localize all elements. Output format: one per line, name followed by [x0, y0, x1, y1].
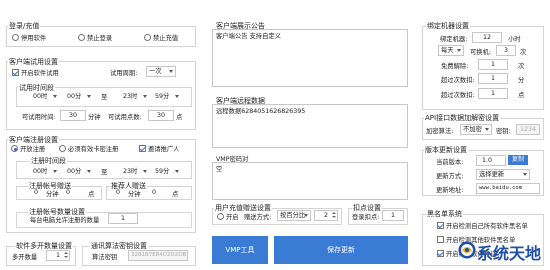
- deduct-label: 登录扣点:: [352, 214, 380, 221]
- api-algo-label: 加密算法:: [426, 128, 454, 135]
- version-current-input[interactable]: 1.0: [476, 155, 506, 166]
- deduct-input[interactable]: 1: [382, 210, 404, 221]
- register-reward-unit2: 点: [88, 191, 95, 198]
- over-time-label: 超过次数扣:: [441, 77, 475, 84]
- api-algo-select[interactable]: 不加密: [460, 124, 492, 135]
- trial-enable-checkbox[interactable]: [12, 69, 19, 76]
- register-limit-input[interactable]: 1: [108, 213, 138, 224]
- trial-start-min-select[interactable]: 00分: [64, 91, 94, 102]
- trial-period-select[interactable]: 一次: [146, 66, 176, 77]
- trial-duration-input[interactable]: 30: [60, 110, 86, 121]
- free-unbind-input[interactable]: 1: [478, 59, 508, 70]
- notice-textarea[interactable]: 客户端公告 支持自定义: [212, 29, 408, 87]
- bind-label: 绑定机器:: [440, 36, 468, 43]
- api-group-title: API接口数据加解密设置: [424, 113, 501, 123]
- version-url-input[interactable]: www.baidu.com: [476, 183, 540, 194]
- register-to-label: 至: [101, 169, 108, 176]
- trial-points-unit: 点: [176, 114, 183, 121]
- trial-points-input[interactable]: 30: [148, 110, 174, 121]
- version-current-label: 当前版本:: [436, 159, 464, 166]
- vmp-textarea[interactable]: 空: [212, 162, 408, 200]
- radio-open-register-label: 开放注册: [20, 146, 46, 153]
- bind-group-title: 绑定机器设置: [426, 21, 470, 31]
- radio-card-register[interactable]: [59, 145, 66, 152]
- radio-card-register-label: 必须有效卡密注册: [68, 146, 119, 153]
- register-start-min-select[interactable]: 00分: [64, 166, 94, 177]
- blacklist-own-label: 开启检测自己所有软件黑名单: [446, 223, 528, 230]
- bind-input[interactable]: 12: [472, 32, 502, 43]
- trial-group-title: 客户端试用设置: [8, 57, 59, 67]
- register-limit-label: 每台电脑允许注册的数量: [30, 217, 100, 224]
- version-method-select[interactable]: 选择更新: [476, 169, 530, 180]
- trial-to-label: 至: [101, 94, 108, 101]
- watermark-logo-icon: [458, 241, 476, 259]
- recharge-gift-enable-radio[interactable]: [217, 213, 224, 220]
- register-end-hour-select[interactable]: 23时: [120, 166, 150, 177]
- trial-period-label: 试用周期:: [110, 70, 138, 77]
- bind-period-select[interactable]: 每天: [438, 45, 464, 56]
- trial-points-label: 可试用点数:: [108, 114, 142, 121]
- trial-enable-label: 开启软件试用: [21, 70, 59, 77]
- register-reward-unit1: 分钟: [46, 191, 59, 198]
- version-url-label: 更新地址:: [436, 187, 464, 194]
- register-end-min-select[interactable]: 59分: [152, 166, 182, 177]
- trial-end-hour-select[interactable]: 23时: [120, 91, 150, 102]
- radio-forbid-recharge-label: 禁止充值: [153, 35, 179, 42]
- watermark-text: 系统天地: [477, 244, 542, 263]
- invite-checkbox[interactable]: [139, 145, 146, 152]
- trial-duration-label: 可试用时间:: [22, 114, 56, 121]
- radio-forbid-login-label: 禁止登录: [87, 35, 113, 42]
- invite-reward-points[interactable]: 0: [152, 189, 156, 196]
- radio-disable-software-label: 停用软件: [21, 35, 47, 42]
- over-point-label: 超过次数扣:: [441, 92, 475, 99]
- trial-duration-unit: 分钟: [88, 114, 101, 121]
- trial-end-min-select[interactable]: 59分: [152, 91, 182, 102]
- register-range-title: 注册时间段: [30, 156, 67, 166]
- over-point-unit: 点: [518, 92, 525, 99]
- over-time-unit: 分: [518, 77, 525, 84]
- api-key-input[interactable]: 1234: [516, 124, 540, 135]
- remote-data-textarea[interactable]: 远程数据6284051626826395: [212, 104, 408, 148]
- blacklist-own-checkbox[interactable]: [437, 222, 444, 229]
- rebind-input[interactable]: 3: [496, 45, 516, 56]
- recharge-gift-method-select[interactable]: 按百分比: [277, 210, 311, 221]
- rebind-unit: 次: [520, 49, 527, 56]
- free-unbind-unit: 次: [518, 63, 525, 70]
- vmp-tool-button[interactable]: VMP工具: [212, 236, 268, 264]
- api-key-label: 密钥:: [496, 128, 511, 135]
- rebind-label: 可换机:: [470, 49, 492, 56]
- over-time-input[interactable]: 1: [478, 73, 508, 84]
- login-group-title: 登录/充值: [8, 21, 41, 31]
- version-method-label: 更新方式:: [436, 173, 464, 180]
- recharge-gift-enable-label: 开启: [226, 214, 239, 221]
- radio-forbid-recharge[interactable]: [144, 34, 151, 41]
- invite-reward-unit1: 分钟: [128, 191, 141, 198]
- version-group-title: 版本更新设置: [424, 145, 468, 155]
- radio-open-register[interactable]: [11, 145, 18, 152]
- save-update-button[interactable]: 保存更新: [274, 236, 408, 264]
- invite-checkbox-label: 邀请推广人: [148, 146, 180, 153]
- invite-reward-value[interactable]: 0: [116, 189, 120, 196]
- radio-forbid-login[interactable]: [78, 34, 85, 41]
- blacklist-other-checkbox[interactable]: [437, 236, 444, 243]
- multi-open-label: 多开数量: [12, 254, 38, 261]
- bind-unit: 小时: [508, 36, 521, 43]
- multi-open-input[interactable]: 1: [46, 250, 70, 261]
- recharge-gift-value-input[interactable]: 2: [314, 210, 338, 221]
- comm-key-input[interactable]: 3281B7E84D2D2DB...: [128, 250, 188, 261]
- free-unbind-label: 免费解除:: [441, 63, 469, 70]
- blacklist-group-title: 黑名单系统: [426, 209, 463, 219]
- trial-start-hour-select[interactable]: 00时: [30, 91, 60, 102]
- version-copy-button[interactable]: 复制: [508, 155, 528, 165]
- radio-disable-software[interactable]: [12, 34, 19, 41]
- register-start-hour-select[interactable]: 00时: [30, 166, 60, 177]
- recharge-gift-method-label: 赠送方式:: [244, 214, 272, 221]
- invite-reward-unit2: 点: [172, 191, 179, 198]
- over-point-input[interactable]: 1: [478, 88, 508, 99]
- register-reward-value[interactable]: 0: [34, 189, 38, 196]
- register-reward-points[interactable]: 0: [66, 189, 70, 196]
- blacklist-feature-checkbox[interactable]: [437, 250, 444, 257]
- comm-key-label: 算法密钥: [92, 254, 118, 261]
